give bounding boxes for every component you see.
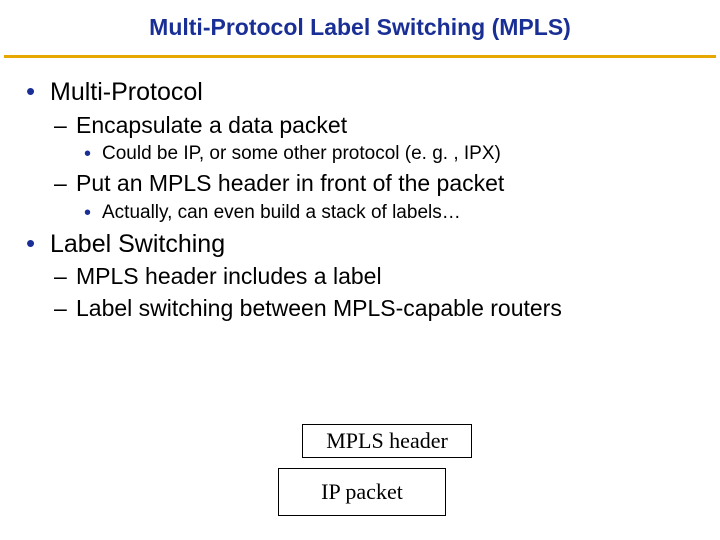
bullet-encapsulate: Encapsulate a data packet Could be IP, o…	[50, 111, 694, 168]
title-area: Multi-Protocol Label Switching (MPLS)	[0, 0, 720, 49]
bullet-list-level2: MPLS header includes a label Label switc…	[50, 262, 694, 324]
bullet-text: Label Switching	[50, 230, 225, 258]
bullet-text: Could be IP, or some other protocol (e. …	[102, 143, 501, 164]
packet-diagram: MPLS header IP packet	[248, 424, 472, 516]
bullet-text: Put an MPLS header in front of the packe…	[76, 170, 504, 196]
bullet-list-level2: Encapsulate a data packet Could be IP, o…	[50, 111, 694, 226]
bullet-text: MPLS header includes a label	[76, 263, 382, 289]
bullet-text: Multi-Protocol	[50, 78, 203, 106]
bullet-list-level3: Actually, can even build a stack of labe…	[76, 201, 694, 226]
bullet-put-header: Put an MPLS header in front of the packe…	[50, 169, 694, 226]
bullet-could-be-ip: Could be IP, or some other protocol (e. …	[76, 142, 694, 167]
mpls-header-box: MPLS header	[302, 424, 472, 458]
bullet-text: Actually, can even build a stack of labe…	[102, 202, 461, 223]
slide-title: Multi-Protocol Label Switching (MPLS)	[20, 14, 700, 41]
bullet-text: Label switching between MPLS-capable rou…	[76, 295, 562, 321]
bullet-multi-protocol: Multi-Protocol Encapsulate a data packet…	[26, 76, 694, 226]
bullet-list-level3: Could be IP, or some other protocol (e. …	[76, 142, 694, 167]
bullet-header-includes-label: MPLS header includes a label	[50, 262, 694, 292]
ip-packet-box: IP packet	[278, 468, 446, 516]
bullet-switching-routers: Label switching between MPLS-capable rou…	[50, 294, 694, 324]
bullet-stack-of-labels: Actually, can even build a stack of labe…	[76, 201, 694, 226]
slide: Multi-Protocol Label Switching (MPLS) Mu…	[0, 0, 720, 540]
bullet-text: Encapsulate a data packet	[76, 112, 347, 138]
bullet-list-level1: Multi-Protocol Encapsulate a data packet…	[26, 76, 694, 324]
bullet-label-switching: Label Switching MPLS header includes a l…	[26, 228, 694, 324]
slide-content: Multi-Protocol Encapsulate a data packet…	[0, 58, 720, 324]
